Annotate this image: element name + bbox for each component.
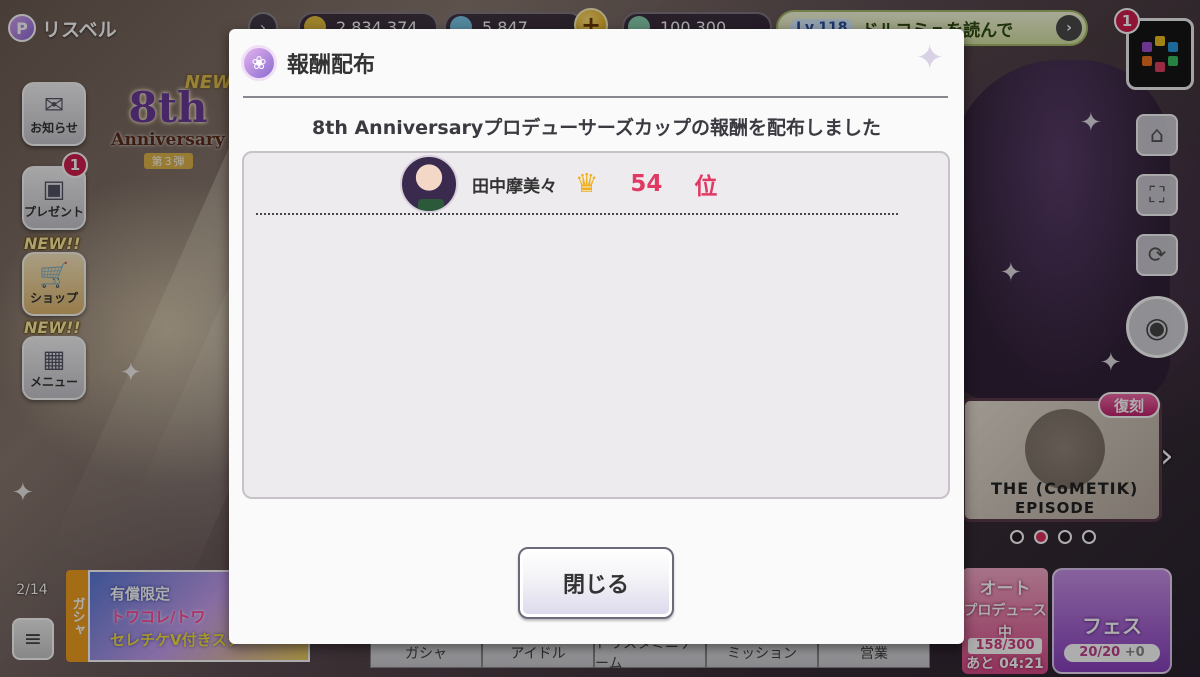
dialog-message: 8th Anniversaryプロデューサーズカップの報酬を配布しました [312, 117, 881, 139]
result-row: 田中摩美々 ♛ 54 位 [400, 155, 717, 213]
idol-avatar [400, 155, 458, 213]
close-button[interactable]: 閉じる [518, 547, 674, 619]
rank-unit: 位 [694, 174, 718, 200]
idol-name: 田中摩美々 [472, 176, 557, 197]
rank-number: 54 [630, 171, 663, 197]
dialog-header: ❀ 報酬配布 [229, 29, 964, 97]
sparkle-icon: ✦ [915, 38, 945, 78]
reward-icon: ❀ [241, 45, 277, 81]
reward-dialog: ❀ 報酬配布 ✦ 8th Anniversaryプロデューサーズカップの報酬を配… [229, 29, 964, 644]
header-divider [243, 96, 948, 98]
row-divider [256, 213, 898, 215]
crown-icon: ♛ [575, 169, 599, 199]
dialog-title: 報酬配布 [287, 53, 376, 78]
result-list: 田中摩美々 ♛ 54 位 [242, 151, 950, 499]
